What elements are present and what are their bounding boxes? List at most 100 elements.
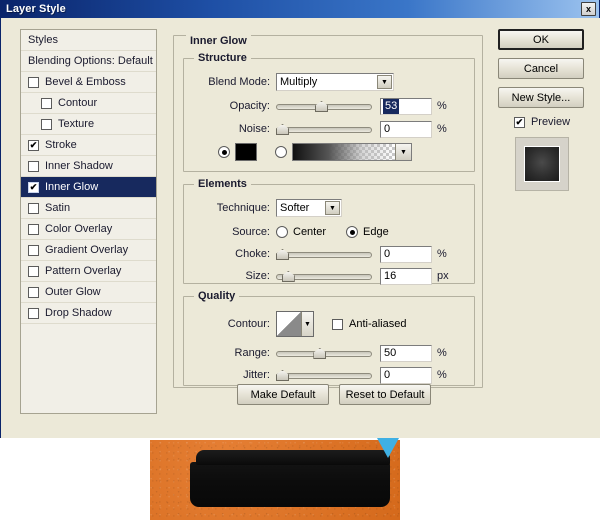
range-input[interactable]: 50 xyxy=(380,344,432,362)
technique-select[interactable]: Softer ▼ xyxy=(276,199,342,217)
styles-list-item-color-overlay[interactable]: ✔ Color Overlay xyxy=(21,219,156,240)
styles-list-item-pattern-overlay[interactable]: ✔ Pattern Overlay xyxy=(21,261,156,282)
noise-unit: % xyxy=(437,123,447,135)
checkbox-on-icon[interactable]: ✔ xyxy=(28,139,39,151)
glow-gradient-picker[interactable]: ▼ xyxy=(292,143,412,161)
styles-list-item-label: Outer Glow xyxy=(45,286,101,298)
layer-style-dialog: Layer Style x Styles Blending Options: De… xyxy=(0,0,600,438)
fill-gradient-radio[interactable] xyxy=(275,146,292,158)
choke-input[interactable]: 0 xyxy=(380,245,432,263)
contour-label: Contour: xyxy=(227,318,270,330)
opacity-slider-thumb[interactable] xyxy=(315,101,328,112)
styles-list-item-contour[interactable]: ✔ Contour xyxy=(21,93,156,114)
choke-unit: % xyxy=(437,248,447,260)
checkbox-off-icon[interactable]: ✔ xyxy=(41,118,52,130)
inner-glow-group: Inner Glow Structure Blend Mode: Multipl… xyxy=(173,35,483,388)
size-input[interactable]: 16 xyxy=(380,267,432,285)
fill-color-radio[interactable] xyxy=(218,146,235,158)
checkbox-on-icon[interactable]: ✔ xyxy=(28,181,39,193)
checkbox-off-icon[interactable]: ✔ xyxy=(28,244,39,256)
size-slider[interactable] xyxy=(276,269,372,283)
styles-list[interactable]: Styles Blending Options: Default ✔ Bevel & … xyxy=(20,29,157,414)
choke-slider[interactable] xyxy=(276,247,372,261)
checkbox-off-icon[interactable]: ✔ xyxy=(28,307,39,319)
radio-off-icon xyxy=(276,226,288,238)
size-slider-thumb[interactable] xyxy=(281,271,295,282)
anti-aliased-checkbox[interactable]: Anti-aliased xyxy=(332,318,406,330)
noise-slider[interactable] xyxy=(276,122,372,136)
structure-group-title: Structure xyxy=(194,52,251,64)
gradient-preview xyxy=(293,144,395,160)
style-preview-thumbnail xyxy=(515,137,569,191)
opacity-slider[interactable] xyxy=(276,99,372,113)
choke-label: Choke: xyxy=(235,248,270,260)
range-slider-thumb[interactable] xyxy=(313,348,327,359)
styles-list-item-inner-glow[interactable]: ✔ Inner Glow xyxy=(21,177,156,198)
styles-list-item-texture[interactable]: ✔ Texture xyxy=(21,114,156,135)
default-buttons-row: Make Default Reset to Default xyxy=(237,384,431,405)
contour-picker[interactable]: ▼ xyxy=(276,311,314,337)
styles-list-item-blending-options-default[interactable]: Blending Options: Default xyxy=(21,51,156,72)
blend-mode-select[interactable]: Multiply ▼ xyxy=(276,73,394,91)
structure-group: Structure Blend Mode: Multiply ▼ Opacity… xyxy=(183,52,475,172)
range-slider[interactable] xyxy=(276,346,372,360)
styles-list-item-outer-glow[interactable]: ✔ Outer Glow xyxy=(21,282,156,303)
source-center-radio[interactable]: Center xyxy=(276,226,326,238)
styles-list-item-stroke[interactable]: ✔ Stroke xyxy=(21,135,156,156)
size-label: Size: xyxy=(245,270,270,282)
jitter-slider[interactable] xyxy=(276,368,372,382)
checkbox-off-icon[interactable]: ✔ xyxy=(28,76,39,88)
source-center-label: Center xyxy=(293,226,327,238)
choke-slider-thumb[interactable] xyxy=(276,249,289,260)
technique-chevron-down-icon[interactable]: ▼ xyxy=(325,201,340,215)
styles-list-item-gradient-overlay[interactable]: ✔ Gradient Overlay xyxy=(21,240,156,261)
styles-list-item-label: Bevel & Emboss xyxy=(45,76,126,88)
styles-list-item-label: Stroke xyxy=(45,139,77,151)
styles-list-item-drop-shadow[interactable]: ✔ Drop Shadow xyxy=(21,303,156,324)
styles-list-item-label: Drop Shadow xyxy=(45,307,112,319)
ok-button[interactable]: OK xyxy=(498,29,584,50)
styles-list-item-satin[interactable]: ✔ Satin xyxy=(21,198,156,219)
styles-list-item-label: Pattern Overlay xyxy=(45,265,122,277)
jitter-input[interactable]: 0 xyxy=(380,366,432,384)
close-icon[interactable]: x xyxy=(581,2,596,16)
styles-list-item-label: Gradient Overlay xyxy=(45,244,129,256)
jitter-label: Jitter: xyxy=(243,369,270,381)
new-style-button[interactable]: New Style... xyxy=(498,87,584,108)
cancel-button[interactable]: Cancel xyxy=(498,58,584,79)
contour-chevron-down-icon[interactable]: ▼ xyxy=(301,312,313,336)
dialog-title: Layer Style xyxy=(6,3,66,15)
technique-label: Technique: xyxy=(216,202,270,214)
preview-checkbox[interactable]: ✔ Preview xyxy=(498,116,586,128)
elements-group-title: Elements xyxy=(194,178,251,190)
checkbox-off-icon[interactable]: ✔ xyxy=(28,286,39,298)
contour-curve-preview xyxy=(277,312,301,336)
noise-slider-thumb[interactable] xyxy=(276,124,289,135)
opacity-input[interactable]: 53 xyxy=(380,97,432,115)
preview-label: Preview xyxy=(530,116,571,128)
gradient-chevron-down-icon[interactable]: ▼ xyxy=(395,144,411,160)
styles-list-item-styles[interactable]: Styles xyxy=(21,30,156,51)
checkbox-off-icon[interactable]: ✔ xyxy=(28,202,39,214)
reset-to-default-button[interactable]: Reset to Default xyxy=(339,384,431,405)
elements-group: Elements Technique: Softer ▼ Source: Cen… xyxy=(183,178,475,285)
checkbox-off-icon[interactable]: ✔ xyxy=(41,97,52,109)
size-unit: px xyxy=(437,270,449,282)
source-edge-label: Edge xyxy=(363,226,389,238)
noise-input[interactable]: 0 xyxy=(380,120,432,138)
checkbox-off-icon[interactable]: ✔ xyxy=(28,160,39,172)
checkbox-off-icon[interactable]: ✔ xyxy=(28,265,39,277)
dialog-titlebar[interactable]: Layer Style x xyxy=(1,0,599,18)
source-label: Source: xyxy=(232,226,270,238)
opacity-label: Opacity: xyxy=(229,100,270,112)
glow-color-swatch[interactable] xyxy=(235,143,257,161)
technique-value: Softer xyxy=(280,202,310,214)
chevron-down-icon[interactable]: ▼ xyxy=(377,75,392,89)
styles-list-item-label: Blending Options: Default xyxy=(28,55,153,67)
styles-list-item-bevel-emboss[interactable]: ✔ Bevel & Emboss xyxy=(21,72,156,93)
make-default-button[interactable]: Make Default xyxy=(237,384,329,405)
jitter-slider-thumb[interactable] xyxy=(276,370,289,381)
source-edge-radio[interactable]: Edge xyxy=(346,226,389,238)
checkbox-off-icon[interactable]: ✔ xyxy=(28,223,39,235)
styles-list-item-inner-shadow[interactable]: ✔ Inner Shadow xyxy=(21,156,156,177)
